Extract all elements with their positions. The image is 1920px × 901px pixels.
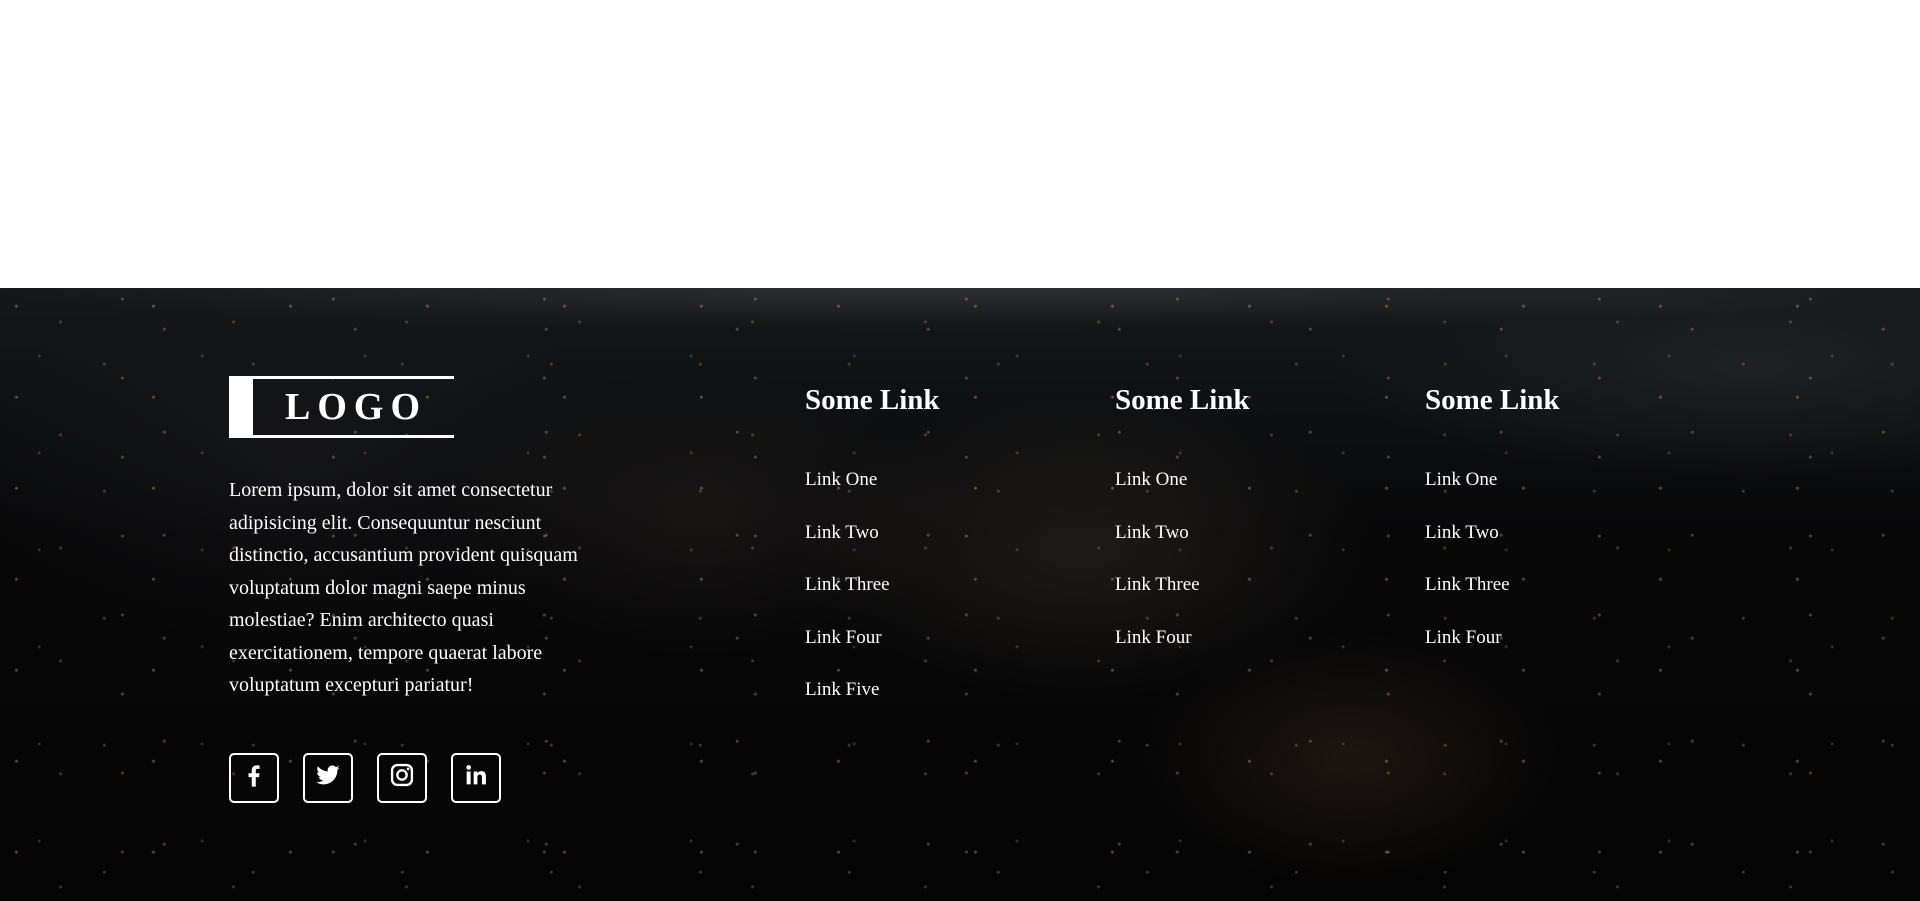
linkedin-icon (462, 761, 490, 794)
footer-link-three[interactable]: Link Three (805, 574, 890, 595)
page-blank-area (0, 0, 1920, 288)
footer-link-one[interactable]: Link One (1425, 469, 1497, 490)
link-list: Link One Link Two Link Three Link Four (1115, 468, 1250, 678)
facebook-link[interactable] (229, 752, 279, 803)
link-column-title: Some Link (805, 384, 940, 416)
footer-link-five[interactable]: Link Five (805, 679, 879, 700)
footer-link-four[interactable]: Link Four (1425, 627, 1502, 648)
footer-link-four[interactable]: Link Four (1115, 627, 1192, 648)
site-footer: LOGO Lorem ipsum, dolor sit amet consect… (0, 288, 1920, 901)
footer-link-column-3: Some Link Link One Link Two Link Three L… (1425, 382, 1560, 678)
footer-link-column-2: Some Link Link One Link Two Link Three L… (1115, 382, 1250, 678)
footer-about-text: Lorem ipsum, dolor sit amet consectetur … (229, 479, 578, 696)
twitter-link[interactable] (303, 752, 353, 803)
link-column-title: Some Link (1115, 384, 1250, 416)
footer-link-two[interactable]: Link Two (1425, 522, 1499, 543)
footer-link-two[interactable]: Link Two (1115, 522, 1189, 543)
footer-link-column-1: Some Link Link One Link Two Link Three L… (805, 382, 940, 731)
linkedin-link[interactable] (451, 752, 501, 803)
twitter-icon (314, 761, 342, 794)
logo-text: LOGO (285, 386, 428, 428)
instagram-icon (388, 761, 416, 794)
footer-link-one[interactable]: Link One (805, 469, 877, 490)
footer-link-two[interactable]: Link Two (805, 522, 879, 543)
footer-link-three[interactable]: Link Three (1115, 574, 1200, 595)
footer-logo[interactable]: LOGO (229, 376, 454, 438)
facebook-icon (240, 761, 268, 794)
link-column-title: Some Link (1425, 384, 1560, 416)
link-list: Link One Link Two Link Three Link Four (1425, 468, 1560, 678)
footer-link-three[interactable]: Link Three (1425, 574, 1510, 595)
footer-link-four[interactable]: Link Four (805, 627, 882, 648)
instagram-link[interactable] (377, 752, 427, 803)
social-links (229, 752, 609, 803)
footer-link-one[interactable]: Link One (1115, 469, 1187, 490)
footer-brand-column: LOGO Lorem ipsum, dolor sit amet consect… (229, 376, 609, 803)
link-list: Link One Link Two Link Three Link Four L… (805, 468, 940, 731)
